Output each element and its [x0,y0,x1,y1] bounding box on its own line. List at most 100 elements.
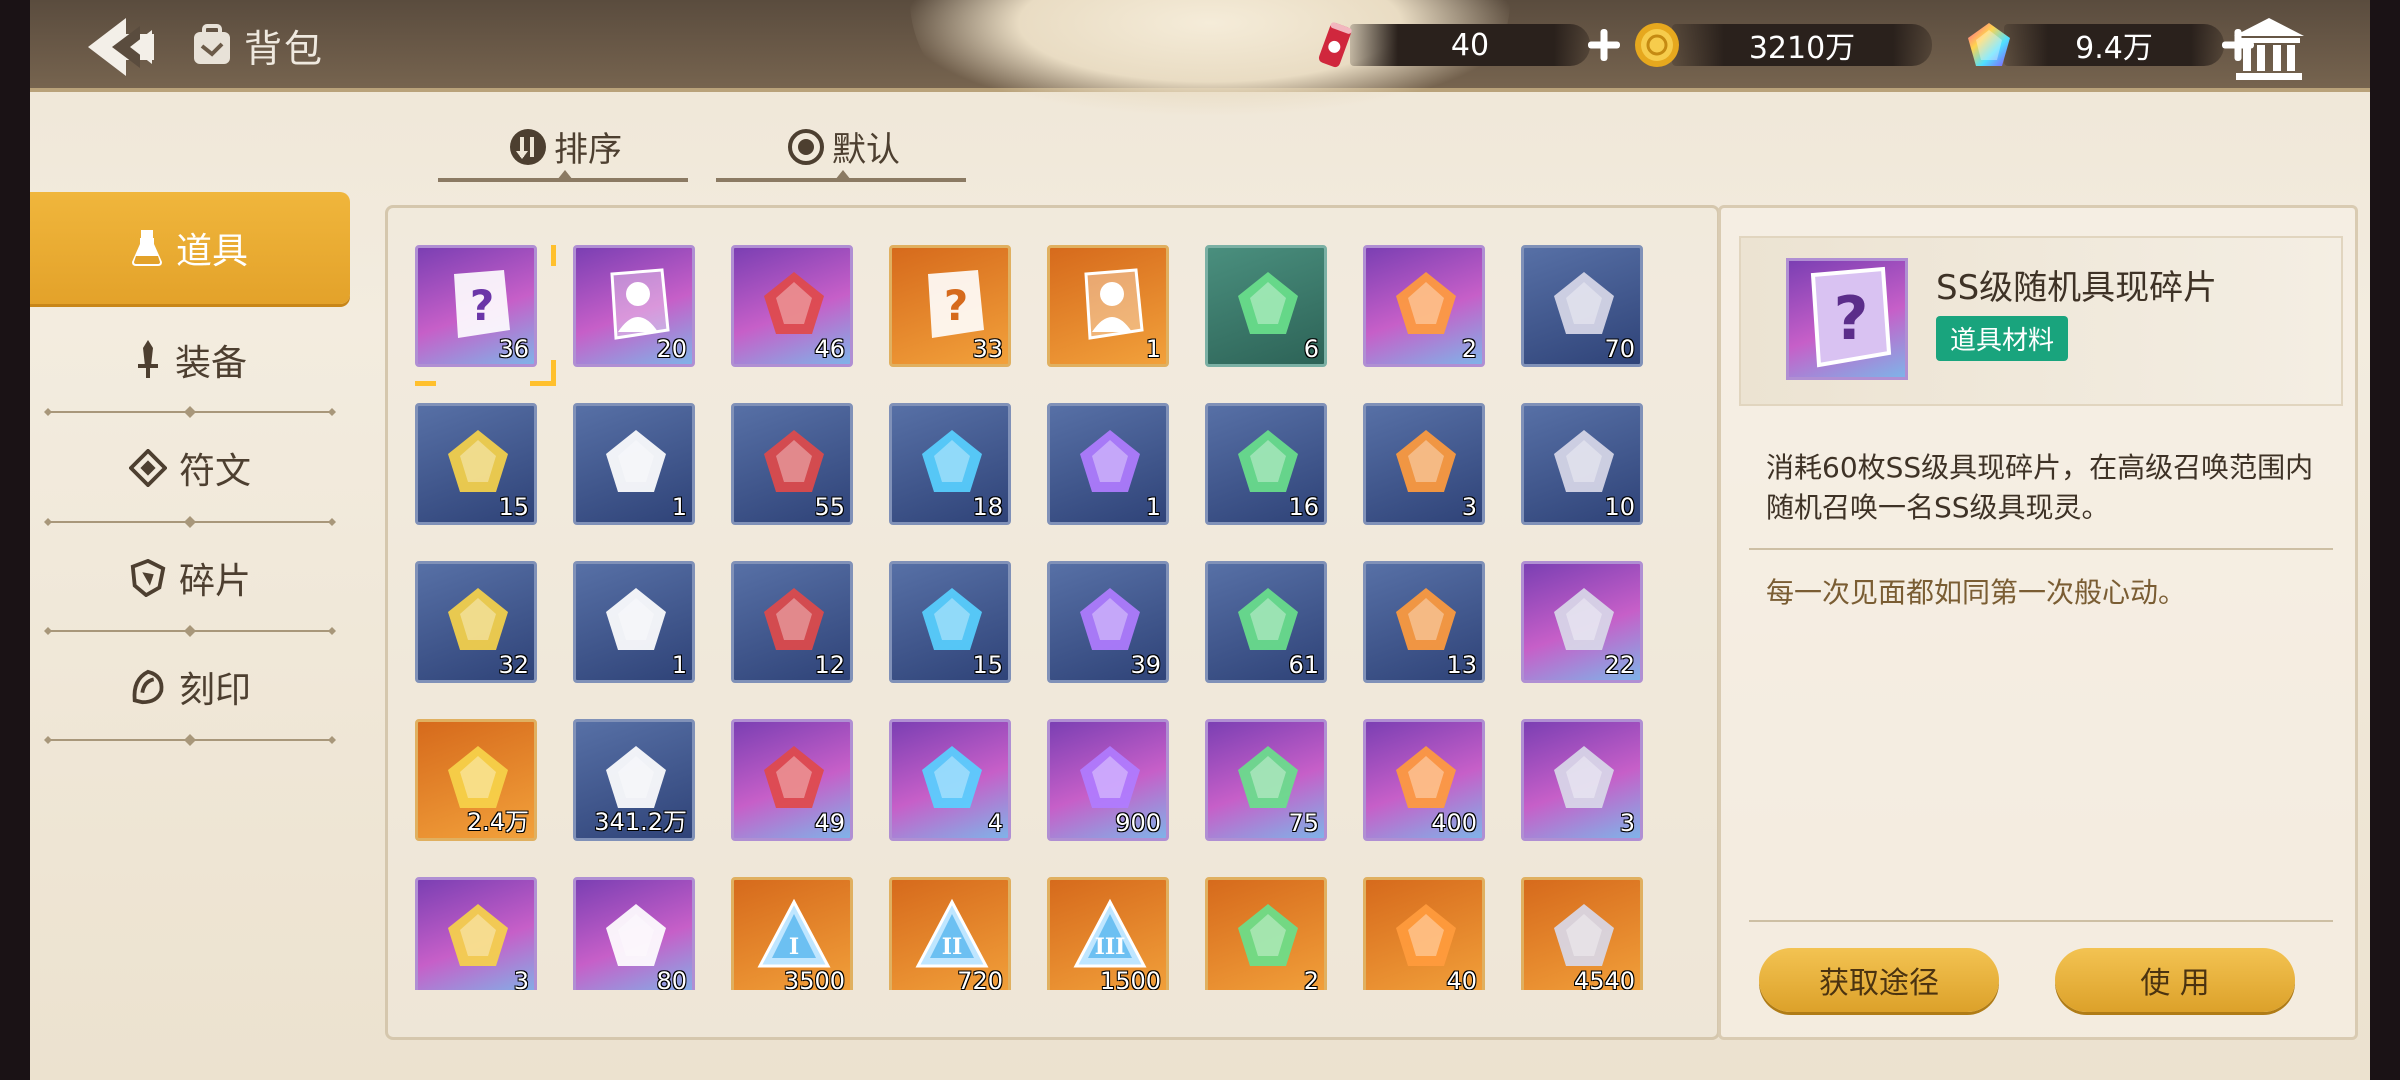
tab-shards[interactable]: 碎片 [30,528,350,628]
svg-text:II: II [942,934,963,960]
red-star-shard-icon [922,746,982,808]
gem-resource: 9.4万 [1964,20,2258,70]
item-slot-ice-cube[interactable]: 75 [1205,719,1327,841]
tab-runes[interactable]: 符文 [30,418,350,518]
item-quantity: 55 [814,493,845,521]
item-slot-fashion-card[interactable]: 3 [1521,719,1643,841]
item-slot-crystal-crown[interactable]: 6 [1205,245,1327,367]
item-slot-gold-badge[interactable]: 4540 [1521,877,1643,990]
item-slot-umbrella[interactable]: 12 [731,561,853,683]
item-quantity: 4540 [1573,967,1635,990]
item-slot-ss-silhouette-fragment[interactable]: 20 [573,245,695,367]
triangle-crystal-3-icon: III [1073,898,1147,968]
sort-label: 排序 [554,130,622,170]
backpack-icon [194,23,230,64]
purple-dice-icon [1396,746,1456,808]
item-slot-leaf-branch[interactable]: 1 [573,403,695,525]
item-slot-dagger[interactable]: 49 [731,719,853,841]
item-slot-purple-dice[interactable]: 400 [1363,719,1485,841]
potion-icon [131,230,162,266]
tab-equipment-label: 装备 [174,343,247,384]
gold-coin-icon [1635,23,1679,67]
item-slot-water-bowl[interactable]: 18 [889,403,1011,525]
item-slot-color-orb[interactable]: 3 [415,877,537,990]
item-quantity: 75 [1288,809,1319,837]
item-slot-dynamite[interactable]: 2 [1205,877,1327,990]
s-random-fragment-icon: ? [928,270,984,338]
bank-icon[interactable] [2230,14,2308,84]
item-slot-s-silhouette-fragment[interactable]: 1 [1047,245,1169,367]
sort-bar: 排序 默认 [30,92,2370,182]
item-slot-orange-teapot[interactable]: 1 [1047,403,1169,525]
water-bowl-icon [922,430,982,492]
item-slot-red-jar[interactable]: 3 [1363,403,1485,525]
item-quantity: 80 [656,967,687,990]
detail-divider [1749,548,2333,550]
item-slot-gray-stone[interactable]: 15 [415,403,537,525]
tab-seals[interactable]: 刻印 [30,637,350,737]
item-quantity: 4 [987,809,1003,837]
item-slot-golden-apple[interactable]: 1 [573,561,695,683]
acquire-source-button[interactable]: 获取途径 [1759,948,1999,1012]
back-button[interactable] [82,12,182,82]
item-slot-triangle-crystal-2[interactable]: II 720 [889,877,1011,990]
item-slot-red-potion[interactable]: 46 [731,245,853,367]
prism-gem-icon [606,904,666,966]
item-quantity: 16 [1288,493,1319,521]
item-grid: ? 36 20 46? 33 1 6 2 70 15 1 55 18 1 16 3 10 32 1 12 15 39 61 1… [415,245,1655,990]
tab-items[interactable]: 道具 [30,192,350,304]
item-quantity: 2 [1303,967,1319,990]
item-slot-purple-ore[interactable]: 55 [731,403,853,525]
open-book-icon [922,588,982,650]
item-slot-green-crystal[interactable]: 70 [1521,245,1643,367]
default-filter-button[interactable]: 默认 [716,122,966,182]
seal-icon [132,669,164,705]
item-slot-blue-gem[interactable]: 22 [1521,561,1643,683]
item-quantity: 32 [498,651,529,679]
item-slot-triangle-crystal-1[interactable]: I 3500 [731,877,853,990]
item-slot-tome[interactable]: 39 [1047,561,1169,683]
item-slot-robot-pet[interactable]: 2 [1363,245,1485,367]
color-orb-icon [448,904,508,966]
item-quantity: 22 [1604,651,1635,679]
item-quantity: 33 [972,335,1003,363]
item-quantity: 12 [814,651,845,679]
item-quantity: 3 [513,967,529,990]
add-energy-button[interactable] [1584,25,1624,65]
item-slot-open-book[interactable]: 15 [889,561,1011,683]
blue-gem-icon [1554,588,1614,650]
sort-button[interactable]: 排序 [438,122,688,182]
energy-can-icon [1318,22,1352,68]
item-slot-data-cube[interactable]: 900 [1047,719,1169,841]
item-slot-milk-carton[interactable]: 61 [1205,561,1327,683]
item-slot-red-crystal[interactable]: 40 [1363,877,1485,990]
item-quantity: 15 [972,651,1003,679]
item-slot-triangle-crystal-3[interactable]: III 1500 [1047,877,1169,990]
item-slot-pink-teapot[interactable]: 16 [1205,403,1327,525]
detail-item-icon: ? [1786,258,1908,380]
default-label: 默认 [832,130,900,170]
item-slot-white-crystal[interactable]: 341.2万 [573,719,695,841]
item-slot-potatoes[interactable]: 32 [415,561,537,683]
gem-value: 9.4万 [2004,24,2224,66]
sword-icon [137,340,158,378]
grain-pile-icon [1554,430,1614,492]
item-slot-grain-pile[interactable]: 10 [1521,403,1643,525]
back-arrow-icon [88,18,154,76]
detail-description: 消耗60枚SS级具现碎片，在高级召唤范围内随机召唤一名SS级具现灵。 [1766,451,2314,524]
item-slot-purple-crystal[interactable]: 2.4万 [415,719,537,841]
tome-icon [1080,588,1140,650]
item-slot-red-star-shard[interactable]: 4 [889,719,1011,841]
umbrella-icon [764,588,824,650]
triangle-crystal-1-icon: I [757,898,831,968]
item-quantity: 1 [1145,493,1161,521]
item-slot-prism-gem[interactable]: 80 [573,877,695,990]
tab-equipment[interactable]: 装备 [30,310,350,410]
rune-icon [128,449,167,487]
item-quantity: 10 [1604,493,1635,521]
item-quantity: 3 [1461,493,1477,521]
item-slot-medal[interactable]: 13 [1363,561,1485,683]
use-button[interactable]: 使 用 [2055,948,2295,1012]
item-slot-s-random-fragment[interactable]: ? 33 [889,245,1011,367]
tab-seals-label: 刻印 [178,670,251,711]
